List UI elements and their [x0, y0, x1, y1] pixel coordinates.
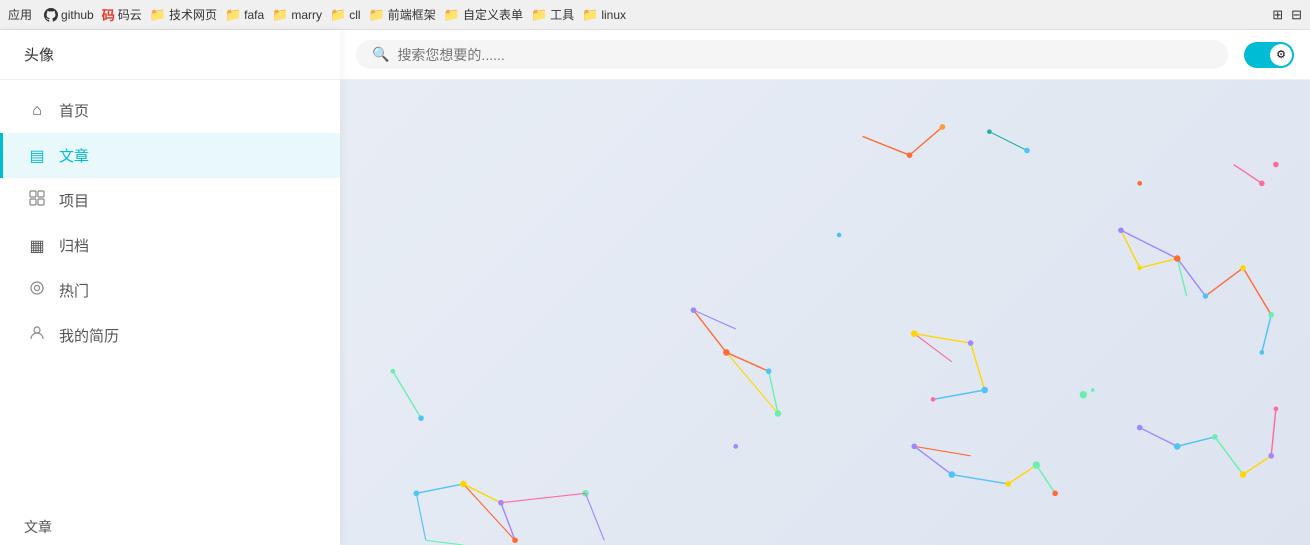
qianduan-label[interactable]: 前端框架 [388, 6, 436, 23]
network-icon[interactable]: ⊟ [1291, 7, 1302, 23]
bookmark-jishu[interactable]: 📁 技术网页 [150, 6, 217, 23]
folder-icon-fafa: 📁 [225, 7, 241, 23]
marry-label[interactable]: marry [291, 8, 322, 22]
nav-label-home: 首页 [59, 100, 89, 121]
github-label[interactable]: github [61, 8, 94, 22]
jishu-label[interactable]: 技术网页 [169, 6, 217, 23]
canvas-area [340, 80, 1310, 545]
folder-icon-marry: 📁 [272, 7, 288, 23]
sidebar-title: 头像 [24, 44, 54, 65]
nav-item-article[interactable]: ▤ 文章 [0, 133, 340, 178]
search-input[interactable] [397, 47, 1212, 63]
nav-item-archive[interactable]: ▦ 归档 [0, 223, 340, 268]
apps-label[interactable]: 应用 [8, 6, 32, 23]
nav-label-archive: 归档 [59, 235, 89, 256]
folder-icon-qianduan: 📁 [369, 7, 385, 23]
nav-item-resume[interactable]: 我的简历 [0, 313, 340, 358]
hot-icon [27, 280, 47, 301]
fafa-label[interactable]: fafa [244, 8, 264, 22]
section-label-text: 文章 [24, 519, 52, 535]
nav-item-project[interactable]: 项目 [0, 178, 340, 223]
bookmark-linux[interactable]: 📁 linux [582, 7, 626, 23]
github-icon [44, 8, 58, 22]
bookmark-fafa[interactable]: 📁 fafa [225, 7, 264, 23]
nav-label-hot: 热门 [59, 280, 89, 301]
project-icon [27, 190, 47, 211]
nav-item-hot[interactable]: 热门 [0, 268, 340, 313]
folder-icon-cll: 📁 [330, 7, 346, 23]
toggle-button[interactable]: ⚙ [1244, 42, 1294, 68]
top-right-icons: ⊞ ⊟ [1272, 7, 1302, 23]
mayun-label[interactable]: 码云 [118, 6, 142, 23]
bookmark-zidinyi[interactable]: 📁 自定义表单 [444, 6, 523, 23]
resume-icon [27, 325, 47, 346]
bookmark-mayun[interactable]: 码 码云 [102, 5, 142, 24]
network-svg [340, 80, 1310, 545]
bookmark-github[interactable]: github [44, 8, 94, 22]
home-icon: ⌂ [27, 102, 47, 120]
article-icon: ▤ [27, 146, 47, 166]
zidinyi-label[interactable]: 自定义表单 [463, 6, 523, 23]
archive-icon: ▦ [27, 236, 47, 256]
folder-icon-jishu: 📁 [150, 7, 166, 23]
nav-label-project: 项目 [59, 190, 89, 211]
nav-item-home[interactable]: ⌂ 首页 [0, 88, 340, 133]
bookmark-marry[interactable]: 📁 marry [272, 7, 322, 23]
nav-label-resume: 我的简历 [59, 325, 119, 346]
sidebar: 头像 ⌂ 首页 ▤ 文章 [0, 30, 340, 545]
folder-icon-gongju: 📁 [531, 7, 547, 23]
bookmark-cll[interactable]: 📁 cll [330, 7, 361, 23]
bookmark-gongju[interactable]: 📁 工具 [531, 6, 574, 23]
nav-label-article: 文章 [59, 145, 89, 166]
search-icon: 🔍 [372, 46, 389, 63]
search-input-wrapper: 🔍 [356, 40, 1228, 69]
mayun-icon: 码 [102, 5, 115, 24]
cll-label[interactable]: cll [349, 8, 360, 22]
main-container: 头像 ⌂ 首页 ▤ 文章 [0, 30, 1310, 545]
linux-label[interactable]: linux [601, 8, 626, 22]
folder-icon-linux: 📁 [582, 7, 598, 23]
bookmark-qianduan[interactable]: 📁 前端框架 [369, 6, 436, 23]
section-label: 文章 [0, 505, 340, 545]
folder-icon-zidinyi: 📁 [444, 7, 460, 23]
toggle-knob: ⚙ [1270, 44, 1292, 66]
sidebar-header: 头像 [0, 30, 340, 80]
browser-bar: 应用 github 码 码云 📁 技术网页 📁 fafa 📁 marry 📁 c… [0, 0, 1310, 30]
search-bar: 🔍 ⚙ [340, 30, 1310, 80]
gear-icon: ⚙ [1276, 48, 1286, 61]
nav-items: ⌂ 首页 ▤ 文章 项目 [0, 80, 340, 505]
grid-icon[interactable]: ⊞ [1272, 7, 1283, 23]
gongju-label[interactable]: 工具 [550, 6, 574, 23]
